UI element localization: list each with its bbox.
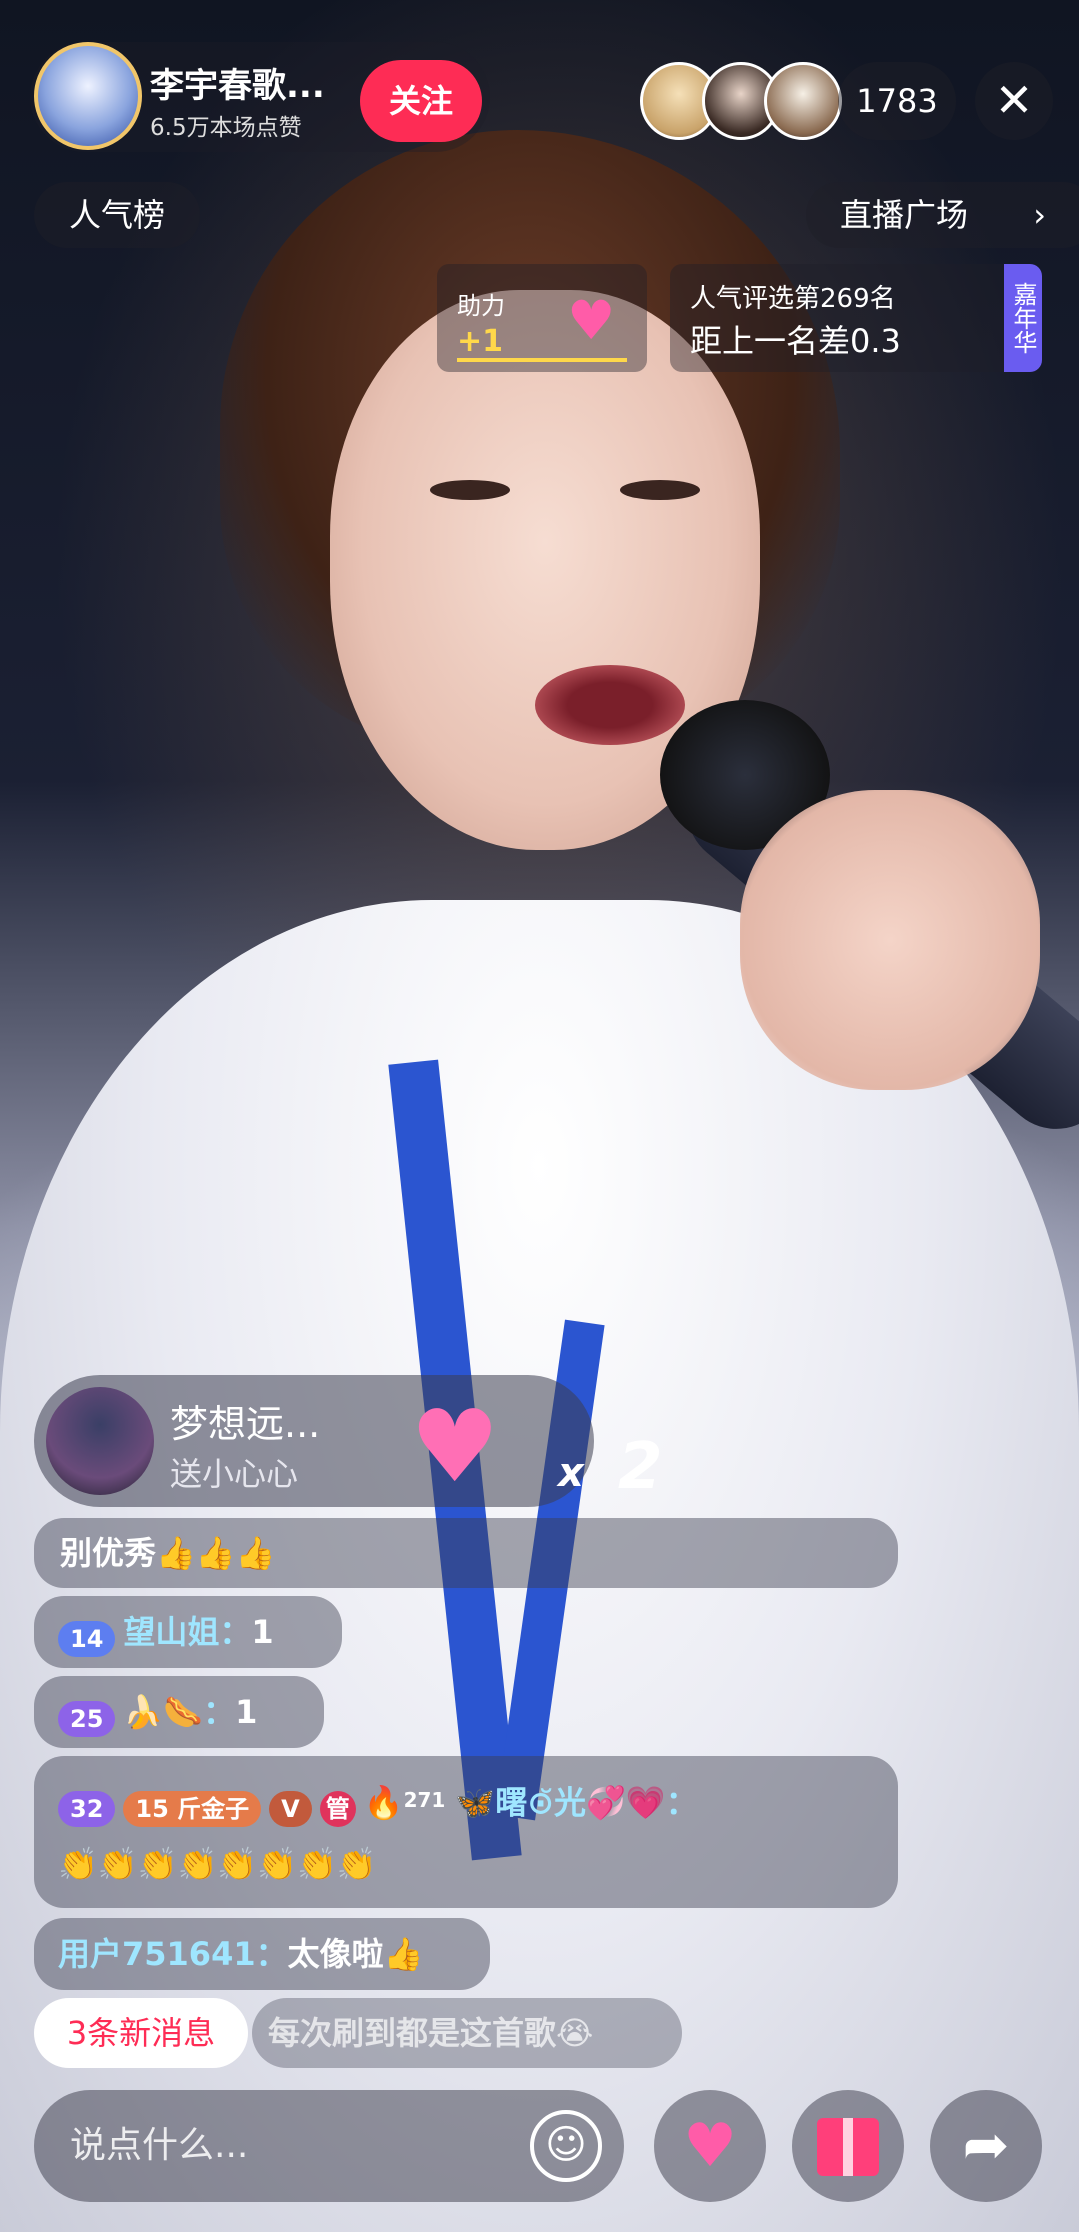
- singer-mouth: [535, 665, 685, 745]
- carnival-tag: 嘉年华: [1004, 264, 1042, 372]
- fan-club-name: 斤金子: [177, 1794, 250, 1823]
- assist-value: +1: [457, 324, 504, 359]
- chat-message[interactable]: 25 🍌🌭：1: [34, 1676, 324, 1748]
- gift-sender-avatar[interactable]: [46, 1387, 154, 1495]
- heart-gift-icon: ♥: [410, 1388, 500, 1505]
- ranking-position: 人气评选第269名: [690, 284, 896, 314]
- comment-placeholder: 说点什么...: [70, 2125, 249, 2166]
- host-likes: 6.5万本场点赞: [150, 115, 302, 141]
- chat-message[interactable]: 别优秀👍👍👍: [34, 1518, 898, 1588]
- new-messages-button[interactable]: 3条新消息: [34, 1998, 248, 2068]
- share-icon[interactable]: ➦: [930, 2090, 1042, 2202]
- follow-button[interactable]: 关注: [360, 60, 482, 142]
- chat-message[interactable]: 32 15 斤金子 V 管 🔥271 🦋曙⊙̆光💞💗： 👏👏👏👏👏👏👏👏: [34, 1756, 898, 1908]
- live-plaza-label: 直播广场: [840, 196, 969, 234]
- user-level-badge: 25: [58, 1700, 116, 1737]
- chat-text: 1: [235, 1693, 258, 1731]
- like-heart-button[interactable]: ♥: [654, 2090, 766, 2202]
- singer-hand: [740, 790, 1040, 1090]
- singer-eye: [430, 480, 510, 500]
- viewer-count[interactable]: 1783: [838, 62, 956, 140]
- chat-text: 👏👏👏👏👏👏👏👏: [58, 1845, 377, 1883]
- chat-username[interactable]: 望山姐：: [123, 1613, 251, 1651]
- ranking-gap: 距上一名差0.3: [690, 322, 901, 360]
- verified-badge: V: [269, 1790, 312, 1827]
- chat-username[interactable]: 用户751641：: [58, 1935, 288, 1973]
- fire-icon: 🔥: [363, 1783, 404, 1822]
- assist-progress: [457, 358, 627, 362]
- host-avatar[interactable]: [34, 42, 142, 150]
- gift-sender-name: 梦想远...: [170, 1402, 321, 1446]
- comment-input[interactable]: 说点什么... ☺: [34, 2090, 624, 2202]
- chat-username[interactable]: 🍌🌭：: [123, 1693, 235, 1731]
- chat-message[interactable]: 14 望山姐：1: [34, 1596, 342, 1668]
- emoji-icon[interactable]: ☺: [530, 2110, 602, 2182]
- gift-multiplier-x: x: [558, 1450, 584, 1496]
- chevron-right-icon: ›: [1033, 196, 1046, 234]
- viewer-avatar[interactable]: [764, 62, 842, 140]
- ranking-card[interactable]: 人气评选第269名 距上一名差0.3 嘉年华: [670, 264, 1042, 372]
- gift-banner: 梦想远... 送小心心: [34, 1375, 594, 1507]
- close-icon[interactable]: ✕: [975, 62, 1053, 140]
- chat-username[interactable]: 🦋曙⊙̆光💞💗：: [455, 1783, 697, 1821]
- gift-description: 送小心心: [170, 1455, 299, 1493]
- chat-text: 1: [251, 1613, 274, 1651]
- fan-club-badge: 15 斤金子: [123, 1790, 262, 1827]
- chat-message-faded: 每次刷到都是这首歌😭: [252, 1998, 682, 2068]
- user-level-badge: 32: [58, 1790, 116, 1827]
- heart-icon: ♥: [567, 289, 616, 352]
- chat-message[interactable]: 用户751641：太像啦👍: [34, 1918, 490, 1990]
- popularity-rank-button[interactable]: 人气榜: [34, 182, 200, 248]
- assist-label: 助力: [457, 292, 505, 320]
- gift-icon[interactable]: [792, 2090, 904, 2202]
- admin-badge: 管: [319, 1790, 356, 1827]
- fire-count: 271: [403, 1788, 446, 1812]
- fan-club-level: 15: [135, 1794, 169, 1823]
- gift-count: 2: [618, 1430, 663, 1504]
- host-name: 李宇春歌...: [150, 66, 325, 106]
- assist-card[interactable]: 助力 +1 ♥: [437, 264, 647, 372]
- live-plaza-button[interactable]: 直播广场 ›: [806, 182, 1079, 248]
- chat-text: 别优秀👍👍👍: [60, 1534, 276, 1572]
- singer-eye: [620, 480, 700, 500]
- chat-text: 太像啦👍: [287, 1935, 424, 1973]
- user-level-badge: 14: [58, 1620, 116, 1657]
